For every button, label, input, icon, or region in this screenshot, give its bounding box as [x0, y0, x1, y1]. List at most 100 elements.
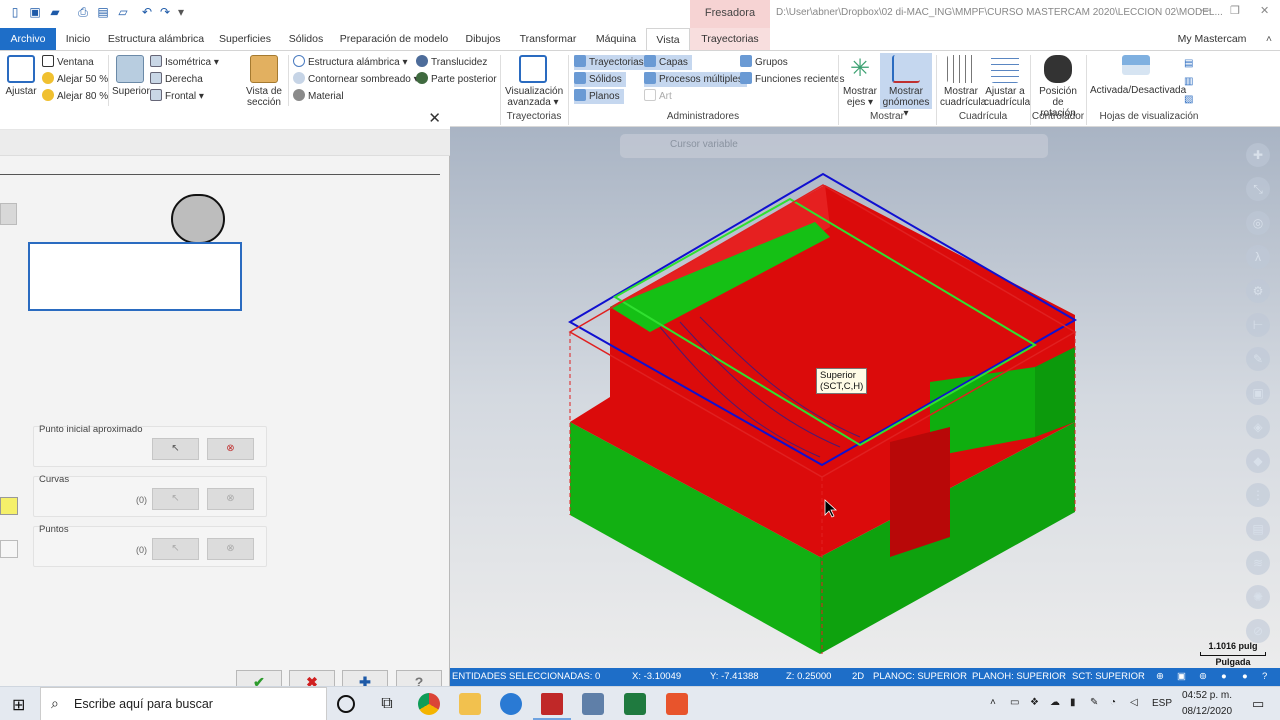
mostrar-gnomones-button[interactable]: Mostrar gnómones ▾: [880, 53, 932, 119]
tab-estructura-alambrica[interactable]: Estructura alámbrica: [106, 28, 206, 50]
planos-manager[interactable]: Planos: [574, 89, 624, 104]
right-tool-paint-icon[interactable]: ✎: [1246, 347, 1270, 371]
print-icon[interactable]: ⎙: [76, 5, 90, 19]
right-tool-cube-icon[interactable]: ▣: [1246, 381, 1270, 405]
ajustar-cuadricula-button[interactable]: Ajustar a cuadrícula: [984, 55, 1030, 108]
punto-inicial-select-button[interactable]: ↖: [152, 438, 199, 460]
cortana-icon[interactable]: [337, 695, 355, 713]
open-folder-icon[interactable]: ▰: [48, 5, 62, 19]
tab-archivo[interactable]: Archivo: [0, 28, 56, 50]
curvas-clear-button[interactable]: ⊗: [207, 488, 254, 510]
planoc[interactable]: PLANOC: SUPERIOR: [873, 668, 967, 686]
tray-volume-icon[interactable]: ◁: [1130, 697, 1138, 708]
solidos-manager[interactable]: Sólidos: [574, 72, 626, 87]
estructura-button[interactable]: Estructura alámbrica ▾: [293, 55, 408, 70]
status-sphere-icon[interactable]: ●: [1242, 668, 1248, 686]
mode-button[interactable]: [0, 203, 17, 225]
alejar80-button[interactable]: Alejar 80 %: [42, 89, 108, 104]
print-preview-icon[interactable]: ▤: [96, 5, 110, 19]
status-help-icon[interactable]: ?: [1262, 668, 1267, 686]
redo-icon[interactable]: ↷: [158, 5, 172, 19]
tray-time[interactable]: 04:52 p. m.: [1182, 690, 1232, 701]
contornear-button[interactable]: Contornear sombreado ▾: [293, 72, 419, 87]
minimize-icon[interactable]: —: [1200, 4, 1211, 16]
punto-inicial-clear-button[interactable]: ⊗: [207, 438, 254, 460]
preview-box[interactable]: [28, 242, 242, 311]
derecha-button[interactable]: Derecha: [150, 72, 203, 87]
puntos-select-button[interactable]: ↖: [152, 538, 199, 560]
calculator-icon[interactable]: [582, 693, 604, 715]
alejar50-button[interactable]: Alejar 50 %: [42, 72, 108, 87]
tab-dibujos[interactable]: Dibujos: [460, 28, 506, 50]
tab-vista[interactable]: Vista: [646, 28, 690, 50]
right-tool-rotate-icon[interactable]: ◎: [1246, 211, 1270, 235]
frontal-button[interactable]: Frontal ▾: [150, 89, 204, 104]
task-view-icon[interactable]: ⧉: [376, 693, 398, 715]
restore-icon[interactable]: ❐: [1230, 4, 1240, 17]
tab-trayectorias[interactable]: Trayectorias: [690, 28, 770, 50]
my-mastercam[interactable]: My Mastercam: [1176, 28, 1248, 50]
procesos-manager[interactable]: Procesos múltiples: [644, 72, 747, 87]
right-tool-settings-icon[interactable]: ✺: [1246, 585, 1270, 609]
right-tool-chart-icon[interactable]: ⋮: [1246, 483, 1270, 507]
right-tool-lambda-icon[interactable]: λ: [1246, 245, 1270, 269]
ajustar-button[interactable]: Ajustar: [4, 55, 38, 97]
tab-preparacion-modelo[interactable]: Preparación de modelo: [336, 28, 452, 50]
tray-date[interactable]: 08/12/2020: [1182, 706, 1232, 717]
tray-wifi-icon[interactable]: ◔: [1110, 697, 1116, 708]
undo-icon[interactable]: ↶: [140, 5, 154, 19]
graphics-viewport[interactable]: Cursor variable Superior (SCT,C,H) ✚ ⤡ ◎…: [450, 127, 1280, 668]
mode-2d[interactable]: 2D: [852, 668, 864, 686]
collapse-ribbon-icon[interactable]: ˄: [1262, 28, 1276, 50]
tray-usb-icon[interactable]: ▮: [1070, 697, 1076, 708]
status-cube-icon[interactable]: ▣: [1177, 668, 1186, 686]
parte-posterior-button[interactable]: Parte posterior: [416, 72, 497, 87]
yellow-color-swatch[interactable]: [0, 497, 18, 515]
visualizacion-avanzada-button[interactable]: Visualización avanzada ▾: [505, 55, 563, 108]
windows-start-icon[interactable]: ⊞: [12, 695, 25, 715]
planoh[interactable]: PLANOH: SUPERIOR: [972, 668, 1066, 686]
mostrar-ejes-button[interactable]: ✳ Mostrar ejes ▾: [842, 55, 878, 108]
right-tool-layers-icon[interactable]: ≋: [1246, 551, 1270, 575]
tab-inicio[interactable]: Inicio: [58, 28, 98, 50]
presentation-icon[interactable]: [666, 693, 688, 715]
mostrar-cuadricula-button[interactable]: Mostrar cuadrícula: [940, 55, 986, 108]
isometrica-button[interactable]: Isométrica ▾: [150, 55, 219, 70]
posicion-rotacion-button[interactable]: Posición de rotación: [1034, 55, 1082, 119]
right-tool-red-icon[interactable]: ◆: [1246, 449, 1270, 473]
material-button[interactable]: Material: [293, 89, 344, 104]
tray-cloud-icon[interactable]: ☁: [1050, 697, 1060, 708]
dialog-close-icon[interactable]: ✕: [428, 109, 441, 127]
sct[interactable]: SCT: SUPERIOR: [1072, 668, 1145, 686]
right-tool-solid-icon[interactable]: ◈: [1246, 415, 1270, 439]
curvas-select-button[interactable]: ↖: [152, 488, 199, 510]
right-tool-axes-icon[interactable]: ⤡: [1246, 177, 1270, 201]
close-window-icon[interactable]: ✕: [1260, 4, 1269, 17]
new-file-icon[interactable]: ▯: [8, 5, 22, 19]
right-tool-clear-icon[interactable]: ⊘: [1246, 619, 1270, 643]
tray-device-icon[interactable]: ▭: [1010, 697, 1019, 708]
excel-icon[interactable]: [624, 693, 646, 715]
tab-solidos[interactable]: Sólidos: [284, 28, 328, 50]
customize-dropdown-icon[interactable]: ▾: [174, 5, 188, 19]
tray-language[interactable]: ESP: [1152, 698, 1172, 709]
right-tool-gear-icon[interactable]: ⚙: [1246, 279, 1270, 303]
notifications-icon[interactable]: ▭: [1252, 696, 1264, 712]
tab-maquina[interactable]: Máquina: [590, 28, 642, 50]
vista-seccion-button[interactable]: Vista de sección: [244, 55, 284, 108]
file-explorer-icon[interactable]: [459, 693, 481, 715]
right-tool-plus-icon[interactable]: ✚: [1246, 143, 1270, 167]
superior-view-button[interactable]: Superior: [112, 55, 150, 97]
save-icon[interactable]: ▣: [28, 5, 42, 19]
viewsheet-bookmark-icon[interactable]: ▥: [1184, 75, 1193, 89]
status-globe-icon[interactable]: ⊕: [1156, 668, 1164, 686]
mastercam-taskbar-icon[interactable]: [541, 693, 563, 715]
ventana-button[interactable]: Ventana: [42, 55, 94, 70]
tab-transformar[interactable]: Transformar: [514, 28, 582, 50]
trayectorias-manager[interactable]: Trayectorias: [574, 55, 648, 70]
activada-desactivada-button[interactable]: Activada/Desactivada: [1090, 55, 1186, 96]
tray-chevron-icon[interactable]: ˄: [990, 697, 996, 708]
tray-pen-icon[interactable]: ✎: [1090, 697, 1098, 708]
white-color-swatch[interactable]: [0, 540, 18, 558]
status-wire-icon[interactable]: ⊚: [1199, 668, 1207, 686]
